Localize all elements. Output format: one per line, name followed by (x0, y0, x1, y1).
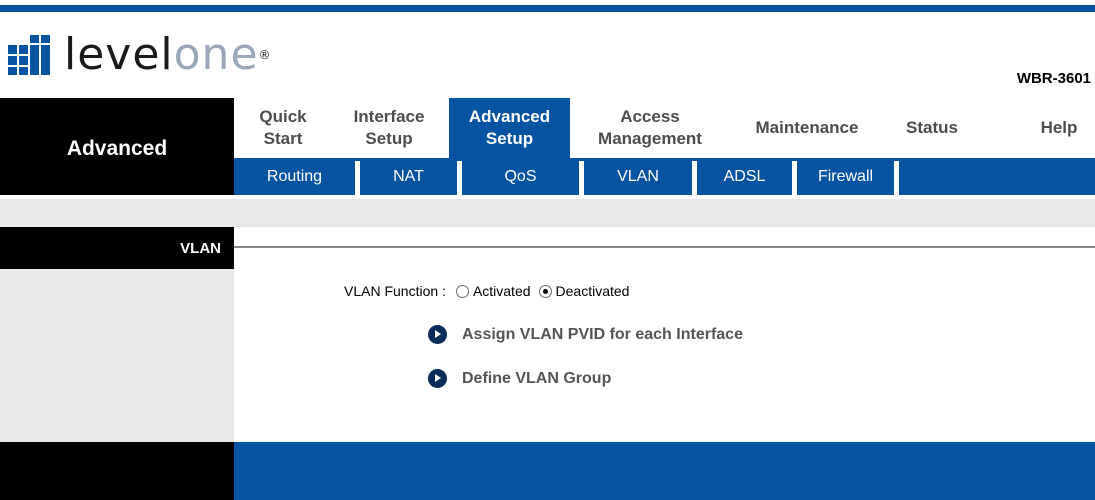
section-title: Advanced (0, 98, 234, 195)
vlan-content: VLAN Function : Activated Deactivated As… (234, 269, 1095, 442)
logo-wordmark: levelone® (64, 33, 272, 77)
navigation: Advanced Quick Start Interface Setup Advan… (0, 98, 1095, 195)
menu-label-line2: Setup (485, 129, 534, 148)
submenu-routing[interactable]: Routing (234, 158, 355, 195)
menu-label-line2: Start (263, 129, 303, 148)
menu-label-line2: Setup (365, 129, 413, 148)
sub-menu: Routing NAT QoS VLAN ADSL Firewall (234, 158, 1095, 195)
menu-interface-setup[interactable]: Interface Setup (332, 98, 446, 158)
logo-text-level: level (64, 29, 174, 80)
menu-label-line1: Interface (353, 107, 425, 126)
arrow-bullet-icon (428, 325, 447, 344)
menu-maintenance[interactable]: Maintenance (738, 98, 876, 158)
radio-activated[interactable] (455, 284, 469, 298)
main-menu: Quick Start Interface Setup Advanced Setup … (234, 98, 1095, 158)
page-label: VLAN (0, 227, 234, 269)
submenu-separator (894, 161, 899, 195)
menu-label-line1: Quick (259, 107, 307, 126)
radio-activated-label: Activated (472, 283, 531, 299)
levelone-logo: levelone® (8, 25, 272, 77)
footer-left (0, 442, 234, 500)
submenu-vlan[interactable]: VLAN (584, 158, 692, 195)
assign-vlan-pvid-link[interactable]: Assign VLAN PVID for each Interface (428, 325, 743, 344)
link-label: Define VLAN Group (462, 369, 612, 387)
radio-deactivated-label: Deactivated (555, 283, 630, 299)
link-label: Assign VLAN PVID for each Interface (462, 325, 743, 343)
menu-label: Help (1040, 118, 1078, 137)
submenu-nat[interactable]: NAT (360, 158, 457, 195)
menu-label-line1: Access (620, 107, 680, 126)
vlan-function-label: VLAN Function : (344, 283, 446, 299)
define-vlan-group-link[interactable]: Define VLAN Group (428, 369, 611, 388)
spacer-band (0, 199, 1095, 227)
footer-bar (234, 442, 1095, 500)
arrow-bullet-icon (428, 369, 447, 388)
divider-line (234, 246, 1095, 248)
submenu-adsl[interactable]: ADSL (697, 158, 792, 195)
vlan-function-row: VLAN Function : Activated Deactivated (344, 283, 629, 299)
model-number: WBR-3601 (1016, 70, 1091, 87)
logo-text-one: one (173, 29, 259, 80)
trademark-mark: ® (258, 48, 272, 62)
menu-label: Maintenance (755, 118, 859, 137)
menu-advanced-setup[interactable]: Advanced Setup (449, 98, 570, 158)
submenu-qos[interactable]: QoS (462, 158, 579, 195)
menu-status[interactable]: Status (892, 98, 972, 158)
menu-label: Status (906, 118, 958, 137)
logo-mark-icon (8, 35, 56, 75)
menu-access-management[interactable]: Access Management (582, 98, 718, 158)
top-accent-bar (0, 5, 1095, 12)
menu-label-line2: Management (598, 129, 702, 148)
menu-quick-start[interactable]: Quick Start (234, 98, 332, 158)
menu-label-line1: Advanced (468, 107, 551, 126)
submenu-firewall[interactable]: Firewall (797, 158, 894, 195)
radio-deactivated[interactable] (538, 284, 552, 298)
menu-help[interactable]: Help (1029, 98, 1089, 158)
